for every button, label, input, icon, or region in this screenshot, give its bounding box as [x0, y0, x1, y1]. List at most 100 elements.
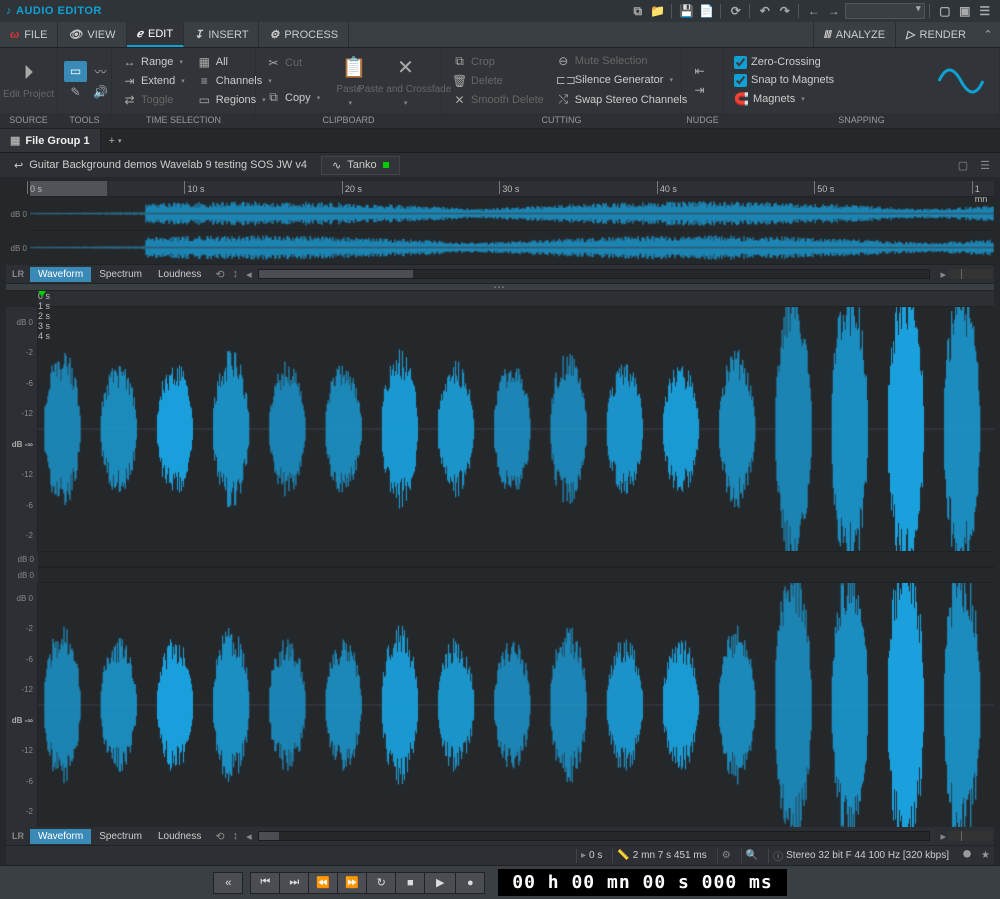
- mute-selection-button[interactable]: ⊖Mute Selection: [552, 52, 692, 70]
- maximize-view-icon[interactable]: ▢: [954, 157, 972, 173]
- magnets-button[interactable]: 🧲Magnets▾: [730, 90, 838, 108]
- speaker-tool-button[interactable]: 🔊: [89, 83, 112, 101]
- zoom-icon[interactable]: 🔍: [746, 850, 758, 861]
- clip-tab[interactable]: ∿ Tanko: [321, 156, 400, 175]
- detail-track-left[interactable]: [38, 307, 994, 551]
- overview-track-left[interactable]: [30, 197, 994, 231]
- breadcrumb[interactable]: ↩ Guitar Background demos Wavelab 9 test…: [6, 157, 315, 174]
- paste-button[interactable]: 📋Paste▾: [328, 53, 370, 109]
- skip-start-button[interactable]: ⏮: [250, 872, 280, 894]
- tab-file[interactable]: ωFILE: [0, 22, 58, 47]
- scroll-right-icon[interactable]: ▸: [938, 268, 948, 281]
- detail-track-right[interactable]: [38, 583, 994, 827]
- rewind-button[interactable]: ⏪: [308, 872, 338, 894]
- detail-waveform: 0 s1 s2 s3 s4 s dB 0-2-6-12dB -∞-12-6-2 …: [6, 291, 994, 845]
- scroll-left-icon[interactable]: ◂: [244, 268, 254, 281]
- detail-view-tabs: LR Waveform Spectrum Loudness ⟲ ↕ ◂ ▸: [6, 827, 994, 845]
- history-combo[interactable]: [845, 3, 925, 19]
- save-icon[interactable]: 💾: [678, 3, 696, 19]
- zero-crossing-checkbox[interactable]: Zero-Crossing: [730, 54, 838, 71]
- selection-icon: ▭: [68, 64, 83, 78]
- detail-ruler[interactable]: 0 s1 s2 s3 s4 s: [38, 291, 994, 307]
- edit-project-button[interactable]: ⏵ Edit Project: [6, 53, 51, 109]
- pencil-tool-button[interactable]: ✎: [64, 83, 87, 101]
- overview-tab-spectrum[interactable]: Spectrum: [91, 267, 150, 282]
- copy-button[interactable]: ⧉Copy▾: [262, 88, 324, 107]
- detail-scrollbar[interactable]: [258, 831, 931, 841]
- selection-tool-button[interactable]: ▭: [64, 61, 87, 82]
- file-group-tab[interactable]: ▦File Group 1: [0, 129, 101, 152]
- tab-render[interactable]: ▷RENDER: [895, 22, 976, 47]
- overview-ruler[interactable]: 0 s10 s20 s30 s40 s50 s1 mn: [30, 181, 994, 197]
- redo-icon[interactable]: ↷: [776, 3, 794, 19]
- detail-tab-waveform[interactable]: Waveform: [30, 829, 91, 844]
- open-folder-icon[interactable]: 📁: [649, 3, 667, 19]
- scissors-icon: ✂: [266, 56, 281, 70]
- back-icon[interactable]: ←: [805, 3, 823, 19]
- detail-zoom-slider[interactable]: [948, 831, 992, 841]
- delete-button[interactable]: 🗑Delete: [448, 72, 548, 90]
- tab-insert[interactable]: ↧INSERT: [184, 22, 259, 47]
- tab-process[interactable]: ⚙PROCESS: [259, 22, 349, 47]
- sort-icon[interactable]: ↕: [231, 830, 241, 842]
- undo-icon[interactable]: ↶: [756, 3, 774, 19]
- loop-button[interactable]: ↻: [366, 872, 396, 894]
- swap-stereo-button[interactable]: ⤭Swap Stereo Channels: [552, 90, 692, 109]
- stop-button[interactable]: ■: [395, 872, 425, 894]
- list-view-icon[interactable]: ☰: [976, 157, 994, 173]
- refresh-icon[interactable]: ⟳: [727, 3, 745, 19]
- tab-view[interactable]: 👁VIEW: [58, 22, 126, 47]
- scroll-left-icon[interactable]: ◂: [244, 830, 254, 843]
- range-button[interactable]: ↔Range▾: [118, 53, 189, 71]
- save-as-icon[interactable]: 📄: [698, 3, 716, 19]
- play-button[interactable]: ▶: [424, 872, 456, 894]
- smooth-delete-button[interactable]: ✕Smooth Delete: [448, 91, 548, 109]
- snap-magnets-checkbox[interactable]: Snap to Magnets: [730, 72, 838, 89]
- rewind-full-button[interactable]: «: [213, 872, 243, 894]
- overview-tab-loudness[interactable]: Loudness: [150, 267, 209, 282]
- crossfade-icon: ✕: [397, 55, 412, 80]
- silence-generator-button[interactable]: ⊏⊐Silence Generator▾: [552, 71, 692, 89]
- overview-zoom-slider[interactable]: [948, 269, 992, 279]
- skip-end-button[interactable]: ⏭: [279, 872, 309, 894]
- add-file-group-button[interactable]: +▾: [101, 129, 130, 152]
- info-icon[interactable]: ⓘ: [773, 848, 783, 863]
- refresh-view-icon[interactable]: ⟲: [213, 268, 226, 281]
- crop-button[interactable]: ⧉Crop: [448, 52, 548, 71]
- overview-track-right[interactable]: [30, 231, 994, 265]
- ribbon-collapse-icon[interactable]: ⌃: [976, 22, 1000, 47]
- detail-tab-spectrum[interactable]: Spectrum: [91, 829, 150, 844]
- bookmark-icon[interactable]: ⯄: [959, 850, 971, 861]
- wave-tool-button[interactable]: 〰: [89, 61, 112, 82]
- record-button[interactable]: ●: [455, 872, 485, 894]
- detail-tab-loudness[interactable]: Loudness: [150, 829, 209, 844]
- overview-scrollbar[interactable]: [258, 269, 931, 279]
- scroll-right-icon[interactable]: ▸: [938, 830, 948, 843]
- star-icon[interactable]: ★: [977, 850, 990, 861]
- toggle-button[interactable]: ⇄Toggle: [118, 91, 189, 109]
- nudge-left-button[interactable]: ⇤: [688, 62, 711, 80]
- overview-tab-waveform[interactable]: Waveform: [30, 267, 91, 282]
- status-format: Stereo 32 bit F 44 100 Hz [320 kbps]: [786, 850, 949, 861]
- group-label-nudge: NUDGE: [682, 113, 723, 128]
- window-min-icon[interactable]: ▢: [936, 3, 954, 19]
- tab-analyze[interactable]: ⫾⫾ANALYZE: [813, 22, 895, 47]
- fast-forward-button[interactable]: ⏩: [337, 872, 367, 894]
- pane-splitter[interactable]: [6, 283, 994, 291]
- smooth-icon: ✕: [452, 93, 467, 107]
- nudge-right-button[interactable]: ⇥: [688, 81, 711, 99]
- extend-button[interactable]: ⇥Extend▾: [118, 72, 189, 90]
- tab-edit[interactable]: ℯEDIT: [127, 22, 185, 47]
- paste-crossfade-button[interactable]: ✕Paste and Crossfade▾: [374, 53, 435, 109]
- forward-icon[interactable]: →: [825, 3, 843, 19]
- window-list-icon[interactable]: ☰: [976, 3, 994, 19]
- app-title: AUDIO EDITOR: [16, 5, 102, 17]
- nudge-left-icon: ⇤: [692, 64, 707, 78]
- window-layout-icon[interactable]: ▣: [956, 3, 974, 19]
- cut-button[interactable]: ✂Cut: [262, 54, 324, 72]
- sort-icon[interactable]: ↕: [231, 268, 241, 280]
- refresh-view-icon[interactable]: ⟲: [213, 830, 226, 843]
- group-label-clipboard: CLIPBOARD: [256, 113, 441, 128]
- gear-icon[interactable]: ⚙: [722, 850, 731, 861]
- new-folder-icon[interactable]: ⧉: [629, 3, 647, 19]
